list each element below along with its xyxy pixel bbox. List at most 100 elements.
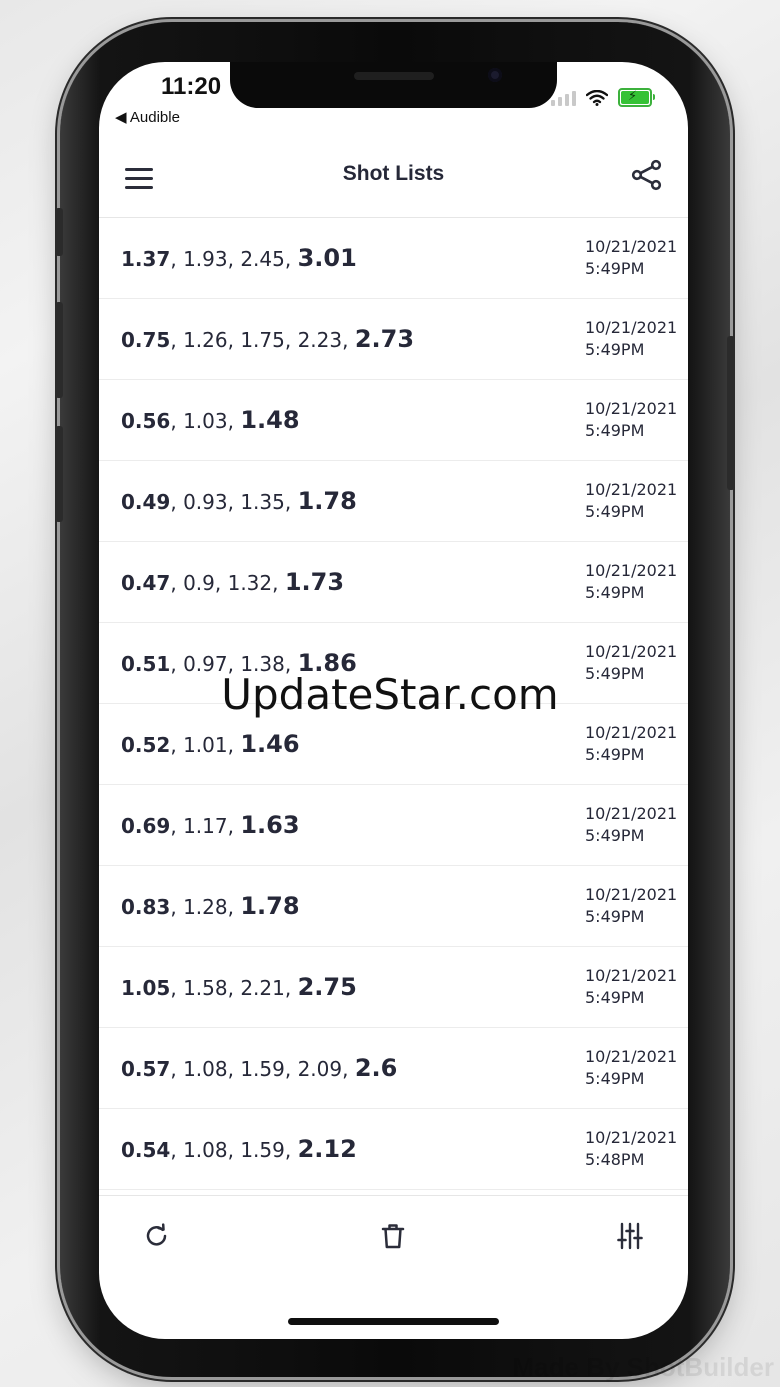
timestamp-date: 10/21/2021	[585, 642, 678, 661]
first-shot-time: 1.37	[121, 247, 171, 271]
share-icon[interactable]	[630, 158, 664, 192]
power-button	[727, 336, 735, 490]
timestamp: 10/21/2021 5:49PM	[585, 236, 677, 280]
shot-times: 1.05, 1.58, 2.21, 2.75	[121, 973, 357, 1001]
timestamp: 10/21/2021 5:48PM	[585, 1127, 677, 1171]
shot-times: 1.37, 1.93, 2.45, 3.01	[121, 244, 357, 272]
split-times: , 1.28,	[170, 895, 241, 919]
timestamp-date: 10/21/2021	[585, 885, 678, 904]
timestamp: 10/21/2021 5:49PM	[585, 884, 677, 928]
first-shot-time: 0.56	[121, 409, 171, 433]
shot-times: 0.57, 1.08, 1.59, 2.09, 2.6	[121, 1054, 397, 1082]
first-shot-time: 0.69	[121, 814, 171, 838]
split-times: , 1.26, 1.75, 2.23,	[170, 328, 355, 352]
first-shot-time: 0.47	[121, 571, 171, 595]
final-shot-time: 2.73	[354, 325, 415, 353]
first-shot-time: 0.83	[121, 895, 171, 919]
mute-switch	[55, 208, 63, 256]
timestamp: 10/21/2021 5:49PM	[585, 317, 677, 361]
split-times: , 1.03,	[170, 409, 241, 433]
timestamp-date: 10/21/2021	[585, 561, 678, 580]
timestamp-date: 10/21/2021	[585, 966, 678, 985]
sliders-icon[interactable]	[616, 1222, 644, 1250]
home-indicator[interactable]	[288, 1318, 499, 1325]
timestamp-time: 5:49PM	[585, 583, 645, 602]
shot-list-row[interactable]: 0.56, 1.03, 1.48 10/21/2021 5:49PM	[99, 380, 688, 461]
trash-icon[interactable]	[379, 1222, 407, 1250]
final-shot-time: 1.48	[240, 406, 300, 434]
shot-list-row[interactable]: 0.57, 1.08, 1.59, 2.09, 2.6 10/21/2021 5:4…	[99, 1028, 688, 1109]
split-times: , 1.17,	[170, 814, 241, 838]
split-times: , 1.01,	[170, 733, 241, 757]
notch	[230, 62, 557, 108]
battery-charging-icon: ⚡	[618, 88, 655, 107]
shot-list-row[interactable]: 0.47, 0.9, 1.32, 1.73 10/21/2021 5:49PM	[99, 542, 688, 623]
timestamp: 10/21/2021 5:49PM	[585, 803, 677, 847]
timestamp-time: 5:48PM	[585, 1150, 645, 1169]
timestamp-date: 10/21/2021	[585, 804, 678, 823]
earpiece-speaker	[354, 72, 434, 80]
final-shot-time: 1.78	[297, 487, 357, 515]
status-indicators: ⚡	[551, 88, 655, 107]
timestamp: 10/21/2021 5:49PM	[585, 722, 677, 766]
shot-times: 0.75, 1.26, 1.75, 2.23, 2.73	[121, 325, 414, 353]
timestamp-date: 10/21/2021	[585, 399, 678, 418]
shot-list-row[interactable]: 0.54, 1.08, 1.59, 2.12 10/21/2021 5:48PM	[99, 1109, 688, 1190]
shot-list-row[interactable]: 0.69, 1.17, 1.63 10/21/2021 5:49PM	[99, 785, 688, 866]
refresh-icon[interactable]	[143, 1222, 171, 1250]
timestamp-time: 5:49PM	[585, 907, 645, 926]
final-shot-time: 1.63	[240, 811, 300, 839]
final-shot-time: 2.12	[297, 1135, 357, 1163]
first-shot-time: 0.54	[121, 1138, 171, 1162]
volume-down-button	[55, 426, 63, 522]
final-shot-time: 1.78	[240, 892, 300, 920]
watermark-text: UpdateStar.com	[221, 670, 559, 719]
bottom-toolbar	[99, 1195, 688, 1276]
timestamp-date: 10/21/2021	[585, 318, 678, 337]
split-times: , 1.08, 1.59,	[170, 1138, 298, 1162]
timestamp-time: 5:49PM	[585, 259, 645, 278]
split-times: , 1.08, 1.59, 2.09,	[170, 1057, 355, 1081]
volume-up-button	[55, 302, 63, 398]
final-shot-time: 2.6	[354, 1054, 398, 1082]
timestamp-date: 10/21/2021	[585, 1047, 678, 1066]
timestamp: 10/21/2021 5:49PM	[585, 479, 677, 523]
shot-list-row[interactable]: 1.37, 1.93, 2.45, 3.01 10/21/2021 5:49PM	[99, 218, 688, 299]
shot-list-row[interactable]: 0.49, 0.93, 1.35, 1.78 10/21/2021 5:49PM	[99, 461, 688, 542]
first-shot-time: 0.57	[121, 1057, 171, 1081]
final-shot-time: 3.01	[297, 244, 357, 272]
timestamp: 10/21/2021 5:49PM	[585, 398, 677, 442]
first-shot-time: 0.49	[121, 490, 171, 514]
timestamp-time: 5:49PM	[585, 340, 645, 359]
timestamp-time: 5:49PM	[585, 745, 645, 764]
timestamp-time: 5:49PM	[585, 1069, 645, 1088]
shot-times: 0.52, 1.01, 1.46	[121, 730, 300, 758]
first-shot-time: 0.75	[121, 328, 171, 352]
status-time: 11:20	[161, 73, 222, 100]
shot-times: 0.54, 1.08, 1.59, 2.12	[121, 1135, 357, 1163]
nav-bar: Shot Lists	[99, 142, 688, 218]
timestamp: 10/21/2021 5:49PM	[585, 965, 677, 1009]
split-times: , 0.93, 1.35,	[170, 490, 298, 514]
timestamp-time: 5:49PM	[585, 826, 645, 845]
timestamp-date: 10/21/2021	[585, 1128, 678, 1147]
split-times: , 1.58, 2.21,	[170, 976, 298, 1000]
first-shot-time: 1.05	[121, 976, 171, 1000]
timestamp-date: 10/21/2021	[585, 723, 678, 742]
front-camera	[488, 68, 502, 82]
back-to-app-link[interactable]: ◀ Audible	[115, 108, 180, 126]
shot-list-row[interactable]: 0.83, 1.28, 1.78 10/21/2021 5:49PM	[99, 866, 688, 947]
made-by-caption: Made By ShotBuilder	[512, 1352, 774, 1382]
shot-times: 0.83, 1.28, 1.78	[121, 892, 300, 920]
timestamp: 10/21/2021 5:49PM	[585, 560, 677, 604]
page-title: Shot Lists	[342, 162, 445, 185]
timestamp-date: 10/21/2021	[585, 237, 678, 256]
shot-list-row[interactable]: 1.05, 1.58, 2.21, 2.75 10/21/2021 5:49PM	[99, 947, 688, 1028]
shot-times: 0.69, 1.17, 1.63	[121, 811, 300, 839]
wifi-icon	[586, 89, 608, 106]
shot-list-row[interactable]: 0.75, 1.26, 1.75, 2.23, 2.73 10/21/2021 5:…	[99, 299, 688, 380]
timestamp-time: 5:49PM	[585, 502, 645, 521]
shot-times: 0.47, 0.9, 1.32, 1.73	[121, 568, 344, 596]
shot-times: 0.56, 1.03, 1.48	[121, 406, 300, 434]
split-times: , 0.9, 1.32,	[170, 571, 285, 595]
